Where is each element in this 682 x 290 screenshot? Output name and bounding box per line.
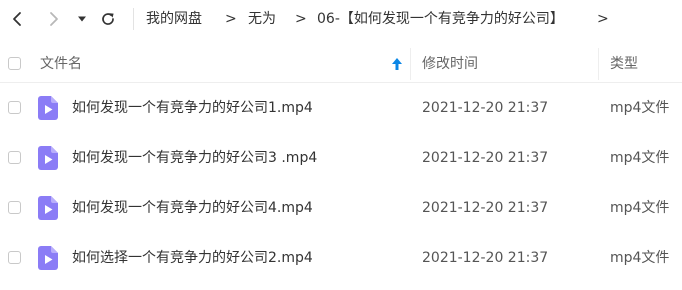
breadcrumb-item-root[interactable]: 我的网盘: [146, 10, 202, 28]
file-type: mp4文件: [610, 250, 670, 266]
modified-time: 2021-12-20 21:37: [422, 250, 549, 266]
row-checkbox[interactable]: [8, 101, 21, 114]
video-file-icon: [38, 196, 58, 220]
chevron-left-icon: [13, 12, 21, 26]
table-row[interactable]: 如何选择一个有竞争力的好公司2.mp4 2021-12-20 21:37 mp4…: [0, 233, 682, 283]
navigation-bar: 我的网盘 > 无为 > 06-【如何发现一个有竞争力的好公司】 >: [0, 0, 682, 40]
breadcrumb-separator: >: [295, 11, 307, 27]
file-type: mp4文件: [610, 100, 670, 116]
file-name[interactable]: 如何发现一个有竞争力的好公司4.mp4: [72, 198, 313, 218]
row-checkbox[interactable]: [8, 151, 21, 164]
breadcrumb-item-current[interactable]: 06-【如何发现一个有竞争力的好公司】: [317, 10, 564, 28]
select-all-checkbox[interactable]: [8, 57, 21, 70]
table-row[interactable]: 如何发现一个有竞争力的好公司4.mp4 2021-12-20 21:37 mp4…: [0, 183, 682, 233]
row-checkbox[interactable]: [8, 251, 21, 264]
modified-time: 2021-12-20 21:37: [422, 200, 549, 216]
breadcrumb-separator: >: [597, 11, 609, 27]
file-name[interactable]: 如何发现一个有竞争力的好公司3 .mp4: [72, 148, 317, 168]
video-file-icon: [38, 96, 58, 120]
column-header-modified[interactable]: 修改时间: [422, 55, 478, 73]
arrow-up-icon[interactable]: [391, 57, 403, 71]
table-row[interactable]: 如何发现一个有竞争力的好公司3 .mp4 2021-12-20 21:37 mp…: [0, 133, 682, 183]
toolbar-divider: [133, 8, 134, 30]
back-button[interactable]: [6, 8, 28, 30]
column-divider[interactable]: [410, 48, 411, 80]
row-checkbox[interactable]: [8, 201, 21, 214]
video-file-icon: [38, 146, 58, 170]
chevron-right-icon: [50, 12, 58, 26]
history-dropdown-button[interactable]: [71, 8, 93, 30]
breadcrumb-separator: >: [225, 11, 237, 27]
refresh-button[interactable]: [97, 8, 119, 30]
table-header: 文件名 修改时间 类型: [0, 46, 682, 83]
file-name[interactable]: 如何选择一个有竞争力的好公司2.mp4: [72, 248, 313, 268]
breadcrumb-item-folder[interactable]: 无为: [248, 10, 276, 28]
column-header-name[interactable]: 文件名: [40, 55, 82, 73]
caret-down-icon: [78, 16, 86, 22]
table-row[interactable]: 如何发现一个有竞争力的好公司1.mp4 2021-12-20 21:37 mp4…: [0, 83, 682, 133]
file-browser: 我的网盘 > 无为 > 06-【如何发现一个有竞争力的好公司】 > 文件名 修改…: [0, 0, 682, 290]
modified-time: 2021-12-20 21:37: [422, 100, 549, 116]
file-name[interactable]: 如何发现一个有竞争力的好公司1.mp4: [72, 98, 313, 118]
forward-button[interactable]: [43, 8, 65, 30]
refresh-icon: [102, 13, 114, 25]
column-divider[interactable]: [598, 48, 599, 80]
column-header-type[interactable]: 类型: [610, 55, 638, 73]
file-type: mp4文件: [610, 150, 670, 166]
file-type: mp4文件: [610, 200, 670, 216]
modified-time: 2021-12-20 21:37: [422, 150, 549, 166]
video-file-icon: [38, 246, 58, 270]
